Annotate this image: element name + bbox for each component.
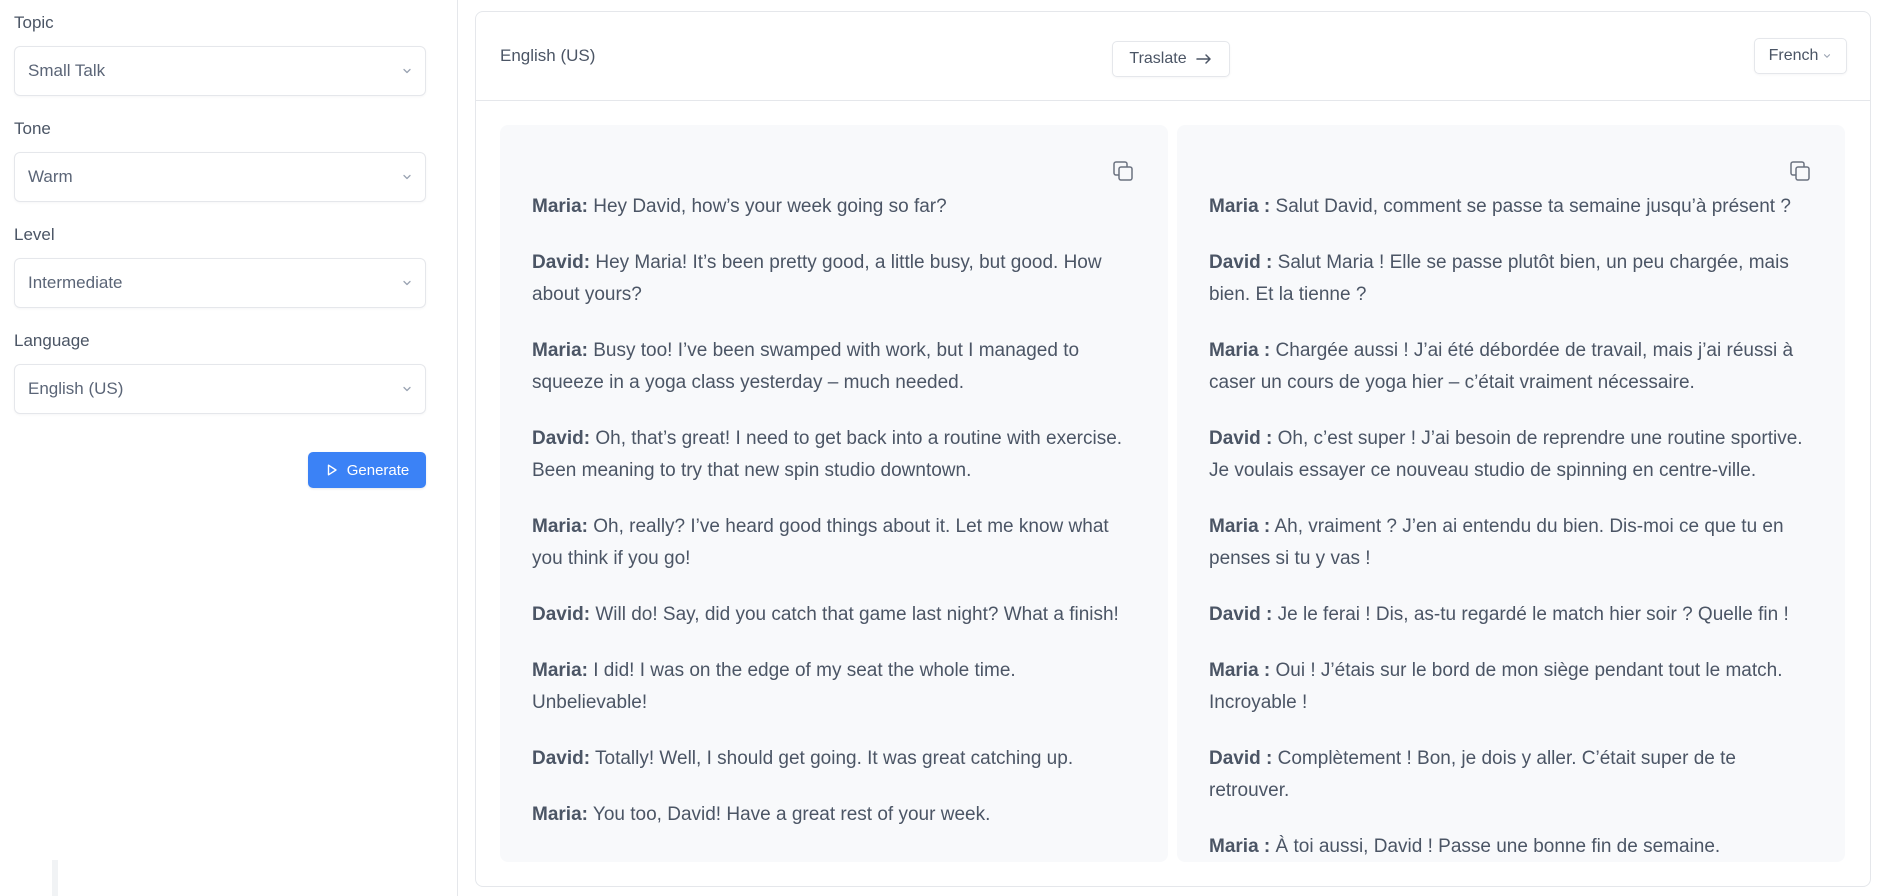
dialogue-line: Maria: You too, David! Have a great rest…: [532, 799, 1136, 831]
line-text: Salut David, comment se passe ta semaine…: [1275, 196, 1791, 217]
dialogue-line: Maria : Chargée aussi ! J’ai été débordé…: [1209, 335, 1813, 399]
chevron-down-icon: [401, 171, 413, 183]
line-text: Will do! Say, did you catch that game la…: [595, 604, 1119, 625]
tone-field: Tone Warm: [14, 118, 426, 202]
dialogue-line: David : Oh, c’est super ! J’ai besoin de…: [1209, 423, 1813, 487]
speaker-name: Maria:: [532, 196, 588, 217]
dialogue-line: Maria: I did! I was on the edge of my se…: [532, 655, 1136, 719]
dialogue-line: David: Hey Maria! It’s been pretty good,…: [532, 247, 1136, 311]
line-text: Complètement ! Bon, je dois y aller. C’é…: [1209, 748, 1736, 801]
language-field: Language English (US): [14, 330, 426, 414]
speaker-name: Maria:: [532, 804, 588, 825]
line-text: À toi aussi, David ! Passe une bonne fin…: [1275, 836, 1721, 857]
source-pane: Maria: Hey David, how’s your week going …: [500, 125, 1168, 862]
line-text: Oui ! J’étais sur le bord de mon siège p…: [1209, 660, 1783, 713]
line-text: Je le ferai ! Dis, as-tu regardé le matc…: [1277, 604, 1789, 625]
tone-select-value: Warm: [28, 167, 73, 186]
dialogue-line: Maria : Ah, vraiment ? J’en ai entendu d…: [1209, 511, 1813, 575]
language-select[interactable]: English (US): [14, 364, 426, 414]
tone-select[interactable]: Warm: [14, 152, 426, 202]
target-pane: Maria : Salut David, comment se passe ta…: [1177, 125, 1845, 862]
chevron-down-icon: [401, 383, 413, 395]
source-language-label: English (US): [500, 46, 596, 65]
level-field: Level Intermediate: [14, 224, 426, 308]
dialogue-line: Maria: Busy too! I’ve been swamped with …: [532, 335, 1136, 399]
speaker-name: David :: [1209, 748, 1273, 769]
topic-field: Topic Small Talk: [14, 12, 426, 96]
sidebar: Topic Small Talk Tone Warm Level Interme…: [0, 0, 458, 896]
topic-select[interactable]: Small Talk: [14, 46, 426, 96]
speaker-name: Maria :: [1209, 196, 1271, 217]
topic-label: Topic: [14, 13, 54, 32]
translate-button-label: Traslate: [1129, 50, 1187, 67]
play-icon: [325, 463, 339, 477]
speaker-name: Maria:: [532, 516, 588, 537]
target-dialogue: Maria : Salut David, comment se passe ta…: [1209, 191, 1813, 887]
chevron-down-icon: [401, 277, 413, 289]
speaker-name: Maria :: [1209, 516, 1271, 537]
source-dialogue: Maria: Hey David, how’s your week going …: [532, 191, 1136, 855]
speaker-name: David :: [1209, 604, 1273, 625]
speaker-name: Maria:: [532, 660, 588, 681]
language-label: Language: [14, 331, 90, 350]
speaker-name: David :: [1209, 428, 1273, 449]
line-text: You too, David! Have a great rest of you…: [592, 804, 991, 825]
line-text: Hey Maria! It’s been pretty good, a litt…: [532, 252, 1102, 305]
line-text: Totally! Well, I should get going. It wa…: [595, 748, 1074, 769]
speaker-name: David:: [532, 604, 591, 625]
dialogue-line: Maria : Salut David, comment se passe ta…: [1209, 191, 1813, 223]
line-text: Oh, c’est super ! J’ai besoin de reprend…: [1209, 428, 1803, 481]
speaker-name: Maria :: [1209, 340, 1271, 361]
line-text: Chargée aussi ! J’ai été débordée de tra…: [1209, 340, 1794, 393]
speaker-name: Maria :: [1209, 836, 1271, 857]
speaker-name: David :: [1209, 252, 1273, 273]
target-language-value: French: [1768, 47, 1819, 64]
tone-label: Tone: [14, 119, 51, 138]
card-header: English (US) Traslate French: [476, 12, 1870, 101]
copy-icon[interactable]: [1110, 158, 1136, 184]
dialogue-line: David: Totally! Well, I should get going…: [532, 743, 1136, 775]
dialogue-line: David : Complètement ! Bon, je dois y al…: [1209, 743, 1813, 807]
dialogue-line: David : Salut Maria ! Elle se passe plut…: [1209, 247, 1813, 311]
sidebar-resize-handle: [52, 860, 58, 896]
dialogue-line: David: Oh, that’s great! I need to get b…: [532, 423, 1136, 487]
level-select-value: Intermediate: [28, 273, 123, 292]
dialogue-line: Maria : À toi aussi, David ! Passe une b…: [1209, 831, 1813, 863]
line-text: Oh, really? I’ve heard good things about…: [532, 516, 1109, 569]
dialogue-line: David : Je le ferai ! Dis, as-tu regardé…: [1209, 599, 1813, 631]
line-text: Hey David, how’s your week going so far?: [593, 196, 947, 217]
copy-icon[interactable]: [1787, 158, 1813, 184]
app: Topic Small Talk Tone Warm Level Interme…: [0, 0, 1883, 896]
dialogue-line: David: Will do! Say, did you catch that …: [532, 599, 1136, 631]
line-text: I did! I was on the edge of my seat the …: [532, 660, 1016, 713]
speaker-name: David:: [532, 252, 591, 273]
speaker-name: Maria :: [1209, 660, 1271, 681]
language-select-value: English (US): [28, 379, 124, 398]
dialogue-line: Maria : Oui ! J’étais sur le bord de mon…: [1209, 655, 1813, 719]
line-text: Ah, vraiment ? J’en ai entendu du bien. …: [1209, 516, 1784, 569]
speaker-name: Maria:: [532, 340, 588, 361]
line-text: Busy too! I’ve been swamped with work, b…: [532, 340, 1080, 393]
speaker-name: David:: [532, 748, 591, 769]
level-select[interactable]: Intermediate: [14, 258, 426, 308]
generate-button-label: Generate: [346, 461, 410, 479]
line-text: Salut Maria ! Elle se passe plutôt bien,…: [1209, 252, 1789, 305]
line-text: Oh, that’s great! I need to get back int…: [532, 428, 1123, 481]
translation-card: English (US) Traslate French Maria: Hey …: [475, 11, 1871, 887]
chevron-down-icon: [1822, 51, 1832, 61]
translate-button[interactable]: Traslate: [1112, 41, 1230, 77]
speaker-name: David:: [532, 428, 591, 449]
arrow-right-icon: [1195, 53, 1213, 65]
level-label: Level: [14, 225, 55, 244]
chevron-down-icon: [401, 65, 413, 77]
generate-button[interactable]: Generate: [308, 452, 426, 488]
target-language-select[interactable]: French: [1754, 38, 1847, 74]
topic-select-value: Small Talk: [28, 61, 106, 80]
dialogue-line: Maria: Oh, really? I’ve heard good thing…: [532, 511, 1136, 575]
dialogue-line: Maria: Hey David, how’s your week going …: [532, 191, 1136, 223]
